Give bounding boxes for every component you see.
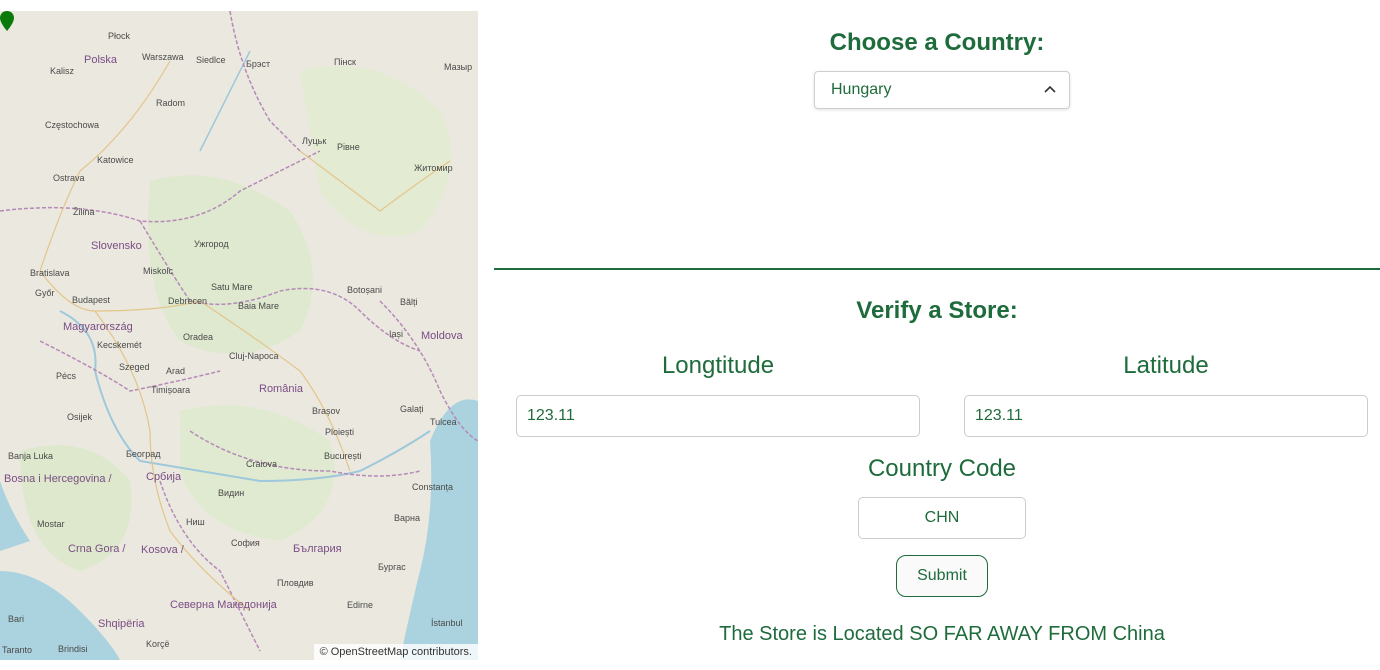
map-label-shqiperia: Shqipëria	[98, 618, 145, 630]
map-label-satu-mare: Satu Mare	[211, 282, 253, 292]
map-view[interactable]: Płock Warszawa Siedlce Брэст Пінск Мазыр…	[0, 11, 478, 660]
map-label-katowice: Katowice	[97, 155, 134, 165]
map-label-crna-gora: Crna Gora /	[68, 543, 126, 555]
map-label-magyarorszag: Magyarország	[63, 321, 133, 333]
map-label-pecs: Pécs	[56, 371, 77, 381]
map-label-vidin: Видин	[218, 488, 245, 498]
map-label-budapest: Budapest	[72, 295, 111, 305]
map-attribution[interactable]: © OpenStreetMap contributors.	[313, 644, 478, 660]
latitude-input[interactable]: 123.11	[964, 395, 1368, 437]
map-label-varna: Варна	[394, 513, 420, 523]
map-label-iasi: Iași	[389, 329, 404, 339]
map-label-gyor: Győr	[35, 288, 55, 298]
map-label-botosani: Botoșani	[347, 285, 383, 295]
map-label-bratislava: Bratislava	[30, 268, 70, 278]
map-label-cluj: Cluj-Napoca	[229, 351, 279, 361]
map-label-arad: Arad	[166, 366, 186, 376]
map-label-plock: Płock	[108, 31, 131, 41]
map-label-ploiesti: Ploiești	[325, 427, 355, 437]
map-label-slovensko: Slovensko	[91, 240, 142, 252]
result-message: The Store is Located SO FAR AWAY FROM Ch…	[719, 623, 1165, 645]
map-label-miskolc: Miskolc	[143, 266, 174, 276]
map-label-srbija: Србија	[146, 471, 182, 483]
map-label-warszawa: Warszawa	[142, 52, 184, 62]
map-label-kalisz: Kalisz	[50, 66, 75, 76]
map-label-brasov: Brașov	[312, 406, 341, 416]
country-select-value: Hungary	[831, 81, 892, 98]
map-label-makedonija: Северна Македонија	[170, 599, 277, 611]
map-label-kosova: Kosova /	[141, 544, 184, 556]
map-label-pinsk: Пінск	[334, 57, 356, 67]
longitude-label: Longtitude	[661, 352, 775, 379]
map-label-polska: Polska	[84, 54, 118, 66]
map-label-plovdiv: Пловдив	[277, 578, 314, 588]
map-label-osijek: Osijek	[67, 412, 93, 422]
map-label-uzhhorod: Ужгород	[194, 239, 229, 249]
map-label-brindisi: Brindisi	[58, 644, 88, 654]
map-label-istanbul: İstanbul	[431, 618, 463, 628]
map-label-kecskemet: Kecskemét	[97, 340, 142, 350]
map-label-mostar: Mostar	[37, 519, 65, 529]
map-label-siedlce: Siedlce	[196, 55, 226, 65]
map-label-bari: Bari	[8, 614, 25, 624]
map-label-oradea: Oradea	[183, 332, 214, 342]
map-label-brest: Брэст	[246, 59, 271, 69]
map-label-timisoara: Timișoara	[151, 385, 191, 395]
map-label-bucuresti: București	[324, 451, 362, 461]
map-label-burgas: Бургас	[378, 562, 406, 572]
verify-store-title: Verify a Store:	[856, 297, 1018, 324]
map-label-czestochowa: Częstochowa	[45, 120, 100, 130]
map-label-balti: Bălți	[400, 297, 418, 307]
map-label-debrecen: Debrecen	[168, 296, 208, 306]
map-label-taranto: Taranto	[2, 645, 33, 655]
map-label-moldova: Moldova	[421, 330, 463, 342]
map-label-rivne: Рівне	[337, 142, 360, 152]
longitude-input[interactable]: 123.11	[516, 395, 920, 437]
chevron-up-icon	[1044, 85, 1056, 93]
choose-country-title: Choose a Country:	[829, 29, 1045, 56]
map-tiles	[0, 11, 478, 660]
map-label-beograd: Београд	[126, 449, 161, 459]
map-label-zilina: Žilina	[73, 207, 95, 217]
map-label-korce: Korçë	[146, 639, 170, 649]
section-divider	[494, 268, 1380, 270]
control-panel: Choose a Country: Hungary Verify a Store…	[494, 0, 1380, 670]
map-label-zhytomyr: Житомир	[414, 163, 453, 173]
map-label-bosna: Bosna i Hercegovina /	[4, 473, 112, 485]
country-select[interactable]: Hungary	[814, 71, 1070, 109]
country-code-input[interactable]: CHN	[858, 497, 1026, 539]
map-label-sofia: София	[231, 538, 260, 548]
map-label-edirne: Edirne	[347, 600, 374, 610]
map-label-romania: România	[259, 383, 304, 395]
map-label-lutsk: Луцьк	[302, 136, 327, 146]
map-label-baia-mare: Baia Mare	[238, 301, 280, 311]
map-label-constanta: Constanța	[412, 482, 454, 492]
map-label-tulcea: Tulcea	[430, 417, 457, 427]
map-label-mazyr: Мазыр	[444, 62, 473, 72]
map-label-craiova: Craiova	[246, 459, 278, 469]
map-label-banja-luka: Banja Luka	[8, 451, 54, 461]
latitude-label: Latitude	[1123, 352, 1209, 379]
map-label-nis: Ниш	[186, 517, 205, 527]
submit-button[interactable]: Submit	[896, 555, 988, 597]
map-label-galati: Galați	[400, 404, 424, 414]
map-label-szeged: Szeged	[119, 362, 150, 372]
map-label-bulgaria: България	[293, 543, 342, 555]
map-label-ostrava: Ostrava	[53, 173, 85, 183]
location-marker-icon[interactable]	[0, 11, 14, 31]
country-code-label: Country Code	[867, 455, 1017, 482]
map-label-radom: Radom	[156, 98, 186, 108]
